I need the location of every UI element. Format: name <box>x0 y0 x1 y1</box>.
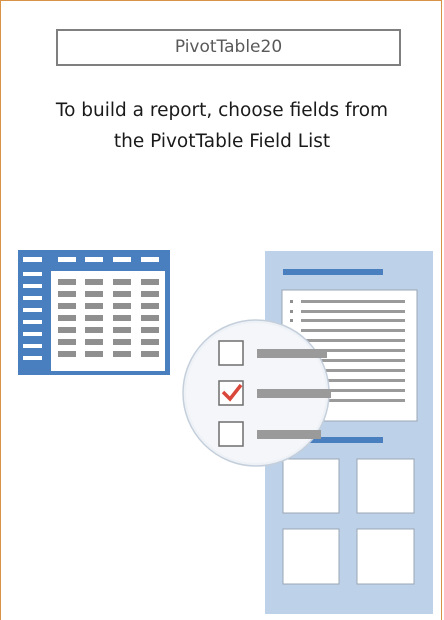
pivot-illustration <box>18 250 433 614</box>
pivot-table-placeholder[interactable]: PivotTable20 To build a report, choose f… <box>0 0 442 620</box>
field-checkbox-list-icon <box>182 319 331 467</box>
table-grid-icon <box>18 250 170 375</box>
